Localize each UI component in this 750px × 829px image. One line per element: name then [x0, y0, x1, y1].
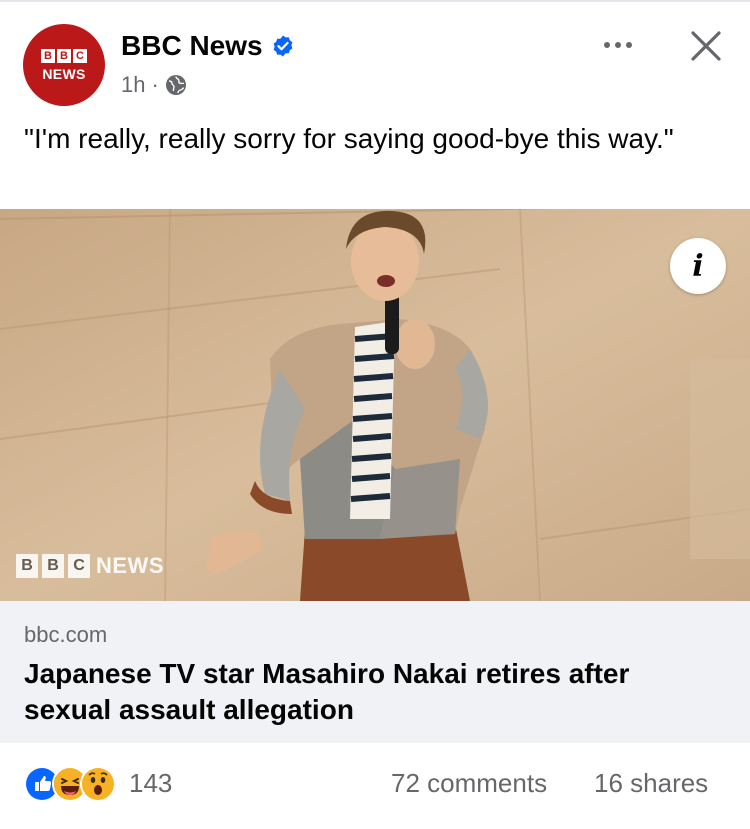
link-domain: bbc.com — [24, 622, 108, 647]
watermark-word: NEWS — [96, 553, 164, 578]
watermark-block-1: B — [16, 554, 38, 578]
post-timestamp[interactable]: 1h — [121, 72, 145, 98]
more-dot — [626, 42, 632, 48]
bbc-news-watermark: B B C NEWS — [16, 553, 164, 579]
watermark-block-2: B — [42, 554, 64, 578]
info-icon[interactable]: i — [670, 238, 726, 294]
avatar-bbc-blocks: B B C — [41, 48, 87, 63]
page-name-row: BBC News — [121, 30, 295, 62]
more-dot — [615, 42, 621, 48]
more-options-icon[interactable] — [596, 30, 640, 60]
wow-reaction-icon — [80, 766, 116, 802]
post-caption: "I'm really, really sorry for saying goo… — [24, 123, 674, 154]
avatar-block-1: B — [41, 48, 55, 63]
globe-icon — [165, 75, 186, 95]
verified-badge-icon — [273, 35, 292, 57]
reaction-count[interactable]: 143 — [129, 768, 172, 799]
avatar-news-word: NEWS — [42, 65, 86, 82]
watermark-block-3: C — [68, 554, 90, 578]
facebook-post: B B C NEWS BBC News 1h · "I'm really, re… — [0, 0, 750, 829]
comments-count[interactable]: 72 comments — [391, 768, 547, 799]
post-image[interactable] — [0, 209, 750, 601]
more-dot — [604, 42, 610, 48]
shares-count[interactable]: 16 shares — [594, 768, 708, 799]
page-avatar[interactable]: B B C NEWS — [23, 24, 105, 106]
link-title[interactable]: Japanese TV star Masahiro Nakai retires … — [24, 656, 724, 728]
post-meta: 1h · — [121, 72, 187, 98]
close-icon[interactable] — [688, 28, 724, 64]
page-name-link[interactable]: BBC News — [121, 30, 263, 62]
avatar-block-2: B — [57, 48, 71, 63]
avatar-block-3: C — [73, 48, 87, 63]
meta-separator: · — [151, 72, 159, 97]
top-divider — [0, 0, 750, 2]
photo-illustration — [0, 209, 750, 601]
reaction-icons[interactable] — [24, 766, 116, 802]
